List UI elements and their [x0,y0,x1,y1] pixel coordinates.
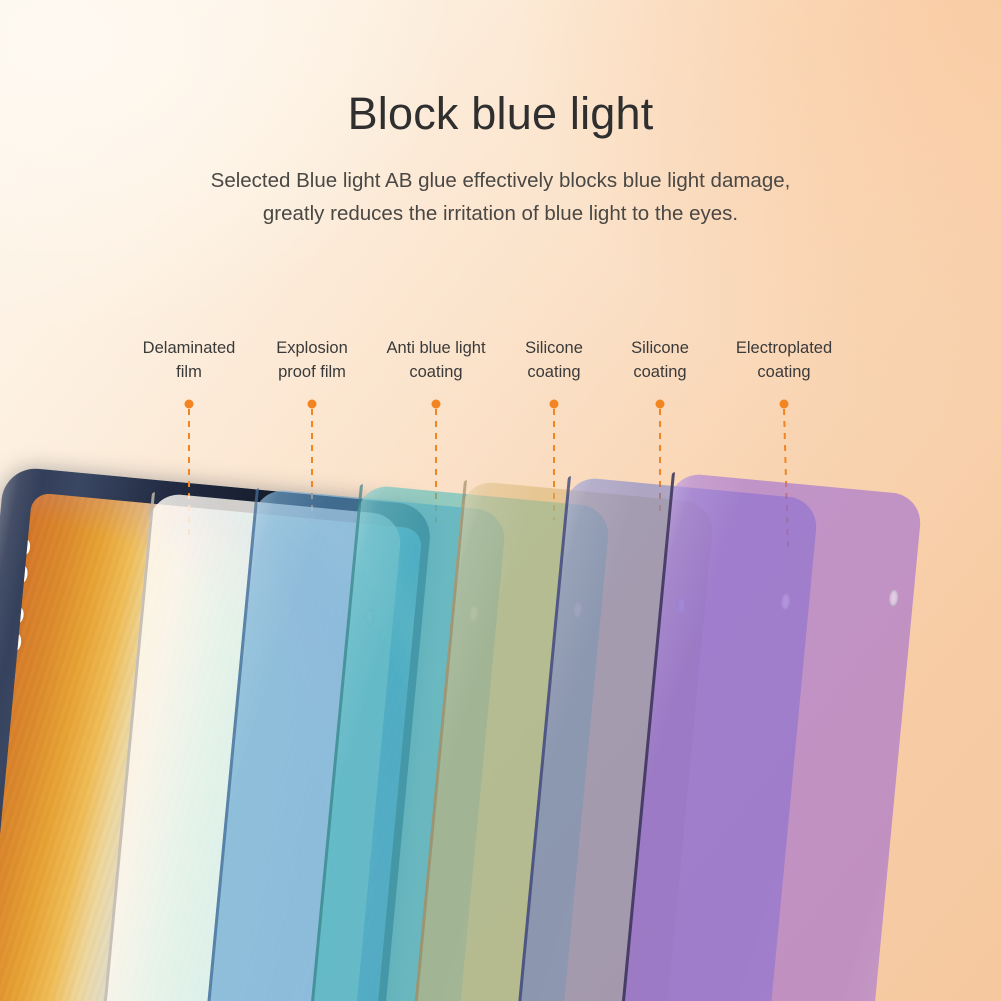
leader-dot-silicone-coating-1 [549,399,559,409]
page-title: Block blue light [347,88,654,139]
leader-dot-electroplated-coating [779,399,789,409]
leader-dot-anti-blue-light-coating [431,399,441,409]
page-subtitle: Selected Blue light AB glue effectively … [121,164,881,230]
leader-dot-delaminated-film [184,399,194,409]
subtitle-line-1: Selected Blue light AB glue effectively … [210,168,791,192]
leader-dot-silicone-coating-2 [655,399,665,409]
infographic-stage: 08:08 Delaminated filmExplosion proof fi… [0,0,1001,1001]
subtitle-line-2: greatly reduces the irritation of blue l… [262,201,739,225]
leader-dot-explosion-proof-film [307,399,317,409]
heading-block: Block blue light Selected Blue light AB … [0,88,1001,230]
